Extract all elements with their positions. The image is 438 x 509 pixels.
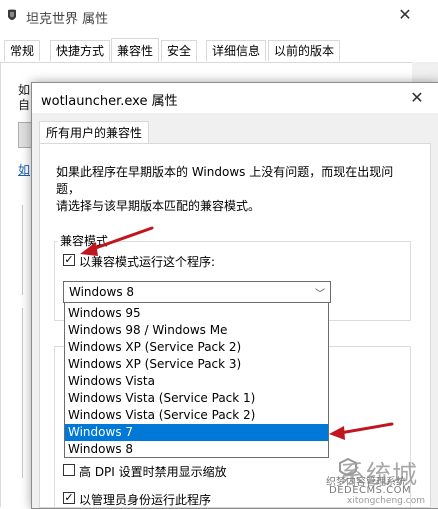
background-group-border	[22, 308, 23, 478]
background-link-fragment[interactable]: 如	[18, 161, 30, 178]
game-app-icon	[8, 9, 16, 20]
dpi-scaling-checkbox-label: 高 DPI 设置时禁用显示缩放	[79, 465, 227, 479]
compat-mode-checkbox[interactable]: ✓	[63, 254, 75, 266]
tab-general[interactable]: 常规	[4, 40, 41, 61]
option-windows-xp-sp2[interactable]: Windows XP (Service Pack 2)	[65, 339, 328, 356]
background-tab-strip: 常规 快捷方式 兼容性 安全 详细信息 以前的版本	[0, 38, 438, 63]
run-as-admin-checkbox-label: 以管理员身份运行此程序	[79, 493, 212, 507]
option-windows-vista-sp2[interactable]: Windows Vista (Service Pack 2)	[65, 407, 328, 424]
annotation-arrow-icon	[80, 226, 154, 256]
annotation-arrow-icon	[329, 422, 394, 440]
background-close-icon[interactable]: ✕	[390, 2, 420, 28]
option-windows-98-me[interactable]: Windows 98 / Windows Me	[65, 322, 328, 339]
option-windows-8[interactable]: Windows 8	[65, 441, 328, 458]
option-windows-vista[interactable]: Windows Vista	[65, 373, 328, 390]
background-group-border	[22, 205, 23, 295]
background-window-title: 坦克世界 属性	[26, 12, 109, 27]
run-as-admin-checkbox[interactable]: ✓	[63, 492, 75, 504]
option-windows-vista-sp1[interactable]: Windows Vista (Service Pack 1)	[65, 390, 328, 407]
tab-shortcut[interactable]: 快捷方式	[50, 40, 111, 61]
compatibility-description: 如果此程序在早期版本的 Windows 上没有问题，而现在出现问题， 请选择与该…	[56, 164, 416, 215]
watermark-text: DEDECMS.COM	[329, 485, 412, 496]
background-window-titlebar: 坦克世界 属性 ✕	[0, 0, 438, 34]
watermark-url: xitongcheng.com	[347, 496, 425, 506]
compat-mode-select-value: Windows 8	[69, 285, 135, 299]
tab-all-users-compatibility[interactable]: 所有用户的兼容性	[39, 121, 150, 144]
dialog-titlebar: wotlauncher.exe 属性 ✕	[32, 83, 438, 113]
option-windows-7[interactable]: Windows 7	[65, 424, 328, 441]
option-windows-95[interactable]: Windows 95	[65, 305, 328, 322]
tab-details[interactable]: 详细信息	[206, 40, 267, 61]
description-line: 请选择与该早期版本匹配的兼容模式。	[56, 199, 261, 213]
tab-previous-versions[interactable]: 以前的版本	[268, 40, 341, 61]
background-text-fragment: 自	[18, 98, 31, 112]
description-line: 如果此程序在早期版本的 Windows 上没有问题，而现在出现问题，	[56, 165, 394, 196]
dialog-close-icon[interactable]: ✕	[402, 85, 432, 111]
tab-compatibility[interactable]: 兼容性	[111, 38, 160, 62]
compat-mode-dropdown-list[interactable]: Windows 95 Windows 98 / Windows Me Windo…	[64, 302, 329, 458]
dpi-scaling-checkbox[interactable]	[63, 464, 75, 476]
option-windows-xp-sp3[interactable]: Windows XP (Service Pack 3)	[65, 356, 328, 373]
tab-security[interactable]: 安全	[161, 40, 198, 61]
compat-mode-select[interactable]: Windows 8 ﹀	[63, 281, 331, 303]
chevron-down-icon[interactable]: ﹀	[315, 285, 325, 300]
dialog-title: wotlauncher.exe 属性	[41, 94, 178, 109]
